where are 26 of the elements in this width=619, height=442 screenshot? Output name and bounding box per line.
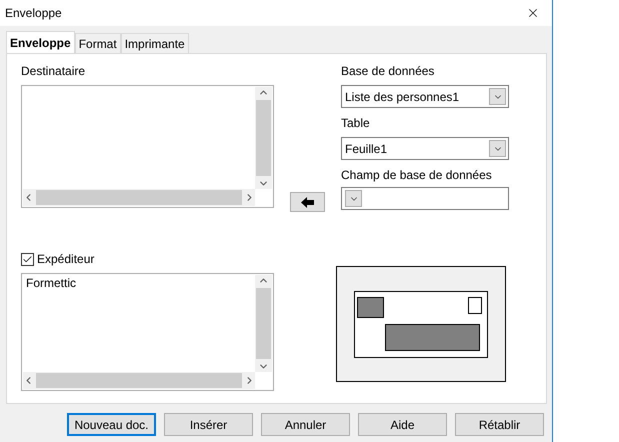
checkbox-label: Expéditeur (37, 252, 94, 266)
insert-arrow-button[interactable] (290, 192, 325, 212)
checkbox[interactable] (21, 252, 34, 266)
dropdown-field[interactable]: Liste des personnes1 (341, 85, 509, 108)
recipient-field[interactable] (21, 85, 274, 208)
tab[interactable]: Imprimante (120, 33, 189, 53)
window-title: Enveloppe (5, 6, 62, 20)
horizontal-scrollbar[interactable] (23, 372, 255, 389)
horizontal-scrollbar[interactable] (23, 189, 255, 206)
tab[interactable]: Format (74, 33, 121, 53)
dialog-button[interactable]: Aide (358, 413, 447, 436)
dialog-button[interactable]: Insérer (164, 413, 253, 436)
tab[interactable]: Enveloppe (6, 31, 75, 53)
dialog-button[interactable]: Annuler (261, 413, 350, 436)
field-label: Table (341, 116, 371, 130)
dialog-button[interactable]: Rétablir (455, 413, 544, 436)
dialog-button[interactable]: Nouveau doc. (67, 413, 156, 436)
field-label: Champ de base de données (341, 168, 493, 182)
vertical-scrollbar[interactable] (255, 87, 272, 189)
sender-field[interactable]: Formettic (21, 273, 274, 391)
field-label: Destinataire (21, 64, 86, 78)
vertical-scrollbar[interactable] (255, 275, 272, 372)
dropdown-field[interactable] (341, 187, 509, 210)
dropdown-field[interactable]: Feuille1 (341, 137, 509, 160)
field-label: Base de données (341, 64, 436, 78)
arrow-left-icon (301, 196, 314, 208)
